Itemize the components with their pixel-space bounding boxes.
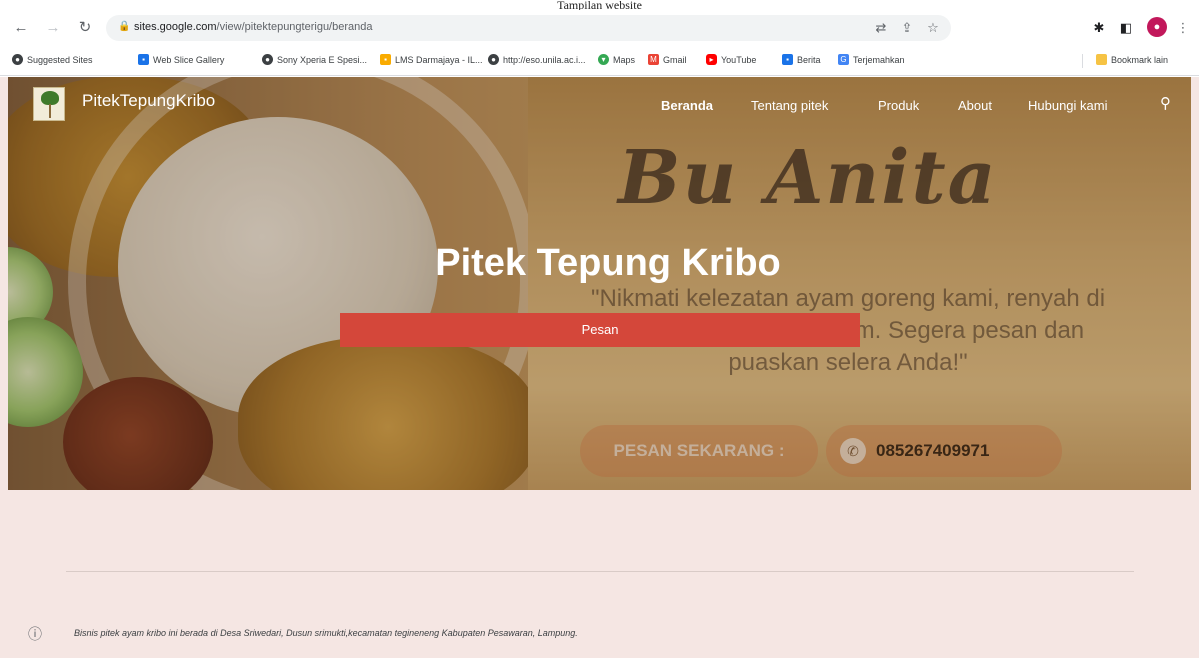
globe-icon: ●: [488, 54, 499, 65]
nav-hubungi-kami[interactable]: Hubungi kami: [1028, 98, 1108, 113]
forward-icon[interactable]: →: [44, 19, 62, 37]
bookmark-item[interactable]: ▪ LMS Darmajaya - IL...: [380, 54, 483, 65]
search-icon[interactable]: ⚲: [1160, 94, 1171, 112]
bookmark-separator: [1082, 54, 1083, 68]
translate-icon[interactable]: ⇄: [872, 19, 890, 37]
url-text[interactable]: sites.google.com/view/pitektepungterigu/…: [134, 21, 373, 33]
site-name[interactable]: PitekTepungKribo: [82, 91, 215, 111]
footer-text: Bisnis pitek ayam kribo ini berada di De…: [74, 628, 578, 638]
browser-chrome: ← → ↻ 🔒 sites.google.com/view/pitektepun…: [0, 10, 1199, 76]
bookmarks-bar: ● Suggested Sites ▪ Web Slice Gallery ● Son…: [0, 48, 1199, 74]
logo-leaf-icon: [41, 91, 59, 105]
logo-stem: [49, 104, 51, 118]
figure-caption: Tampilan website: [557, 0, 642, 10]
bookmark-item[interactable]: ▾ Maps: [598, 54, 635, 65]
nav-tentang-pitek[interactable]: Tentang pitek: [751, 98, 828, 113]
maps-pin-icon: ▾: [598, 54, 609, 65]
lock-icon: 🔒: [118, 21, 131, 32]
menu-kebab-icon[interactable]: ⋮: [1174, 19, 1192, 37]
bookmark-item[interactable]: ● Suggested Sites: [12, 54, 93, 65]
bookmark-item[interactable]: M Gmail: [648, 54, 687, 65]
globe-icon: ●: [262, 54, 273, 65]
info-icon[interactable]: ⓘ: [28, 624, 42, 644]
bookmark-item[interactable]: ● http://eso.unila.ac.i...: [488, 54, 586, 65]
page-body: Bu Anita "Nikmati kelezatan ayam goreng …: [0, 77, 1199, 658]
nav-produk[interactable]: Produk: [878, 98, 919, 113]
folder-icon: [1096, 54, 1107, 65]
site-logo[interactable]: [33, 87, 65, 121]
nav-about[interactable]: About: [958, 98, 992, 113]
hero-title: Pitek Tepung Kribo: [435, 242, 781, 284]
bookmark-item[interactable]: ▪ Berita: [782, 54, 821, 65]
extensions-icon[interactable]: ✱: [1090, 19, 1108, 37]
bookmark-folder[interactable]: Bookmark lain: [1096, 54, 1168, 65]
translate-icon: G: [838, 54, 849, 65]
address-bar[interactable]: 🔒 sites.google.com/view/pitektepungterig…: [106, 15, 951, 41]
pesan-button[interactable]: Pesan: [340, 313, 860, 347]
share-icon[interactable]: ⇪: [898, 19, 916, 37]
lms-icon: ▪: [380, 54, 391, 65]
reload-icon[interactable]: ↻: [76, 19, 94, 37]
bookmark-item[interactable]: ● Sony Xperia E Spesi...: [262, 54, 367, 65]
slice-icon: ▪: [138, 54, 149, 65]
browser-toolbar: ← → ↻ 🔒 sites.google.com/view/pitektepun…: [0, 10, 1199, 46]
back-icon[interactable]: ←: [12, 19, 30, 37]
section-divider: [66, 571, 1134, 572]
bookmark-item[interactable]: ▸ YouTube: [706, 54, 756, 65]
youtube-icon: ▸: [706, 54, 717, 65]
news-icon: ▪: [782, 54, 793, 65]
nav-beranda[interactable]: Beranda: [661, 98, 713, 113]
bookmark-item[interactable]: G Terjemahkan: [838, 54, 905, 65]
profile-avatar[interactable]: ●: [1147, 17, 1167, 37]
gmail-icon: M: [648, 54, 659, 65]
side-panel-icon[interactable]: ◧: [1117, 19, 1135, 37]
globe-icon: ●: [12, 54, 23, 65]
bookmark-item[interactable]: ▪ Web Slice Gallery: [138, 54, 224, 65]
hero-section: Bu Anita "Nikmati kelezatan ayam goreng …: [8, 77, 1191, 490]
star-icon[interactable]: ☆: [924, 19, 942, 37]
